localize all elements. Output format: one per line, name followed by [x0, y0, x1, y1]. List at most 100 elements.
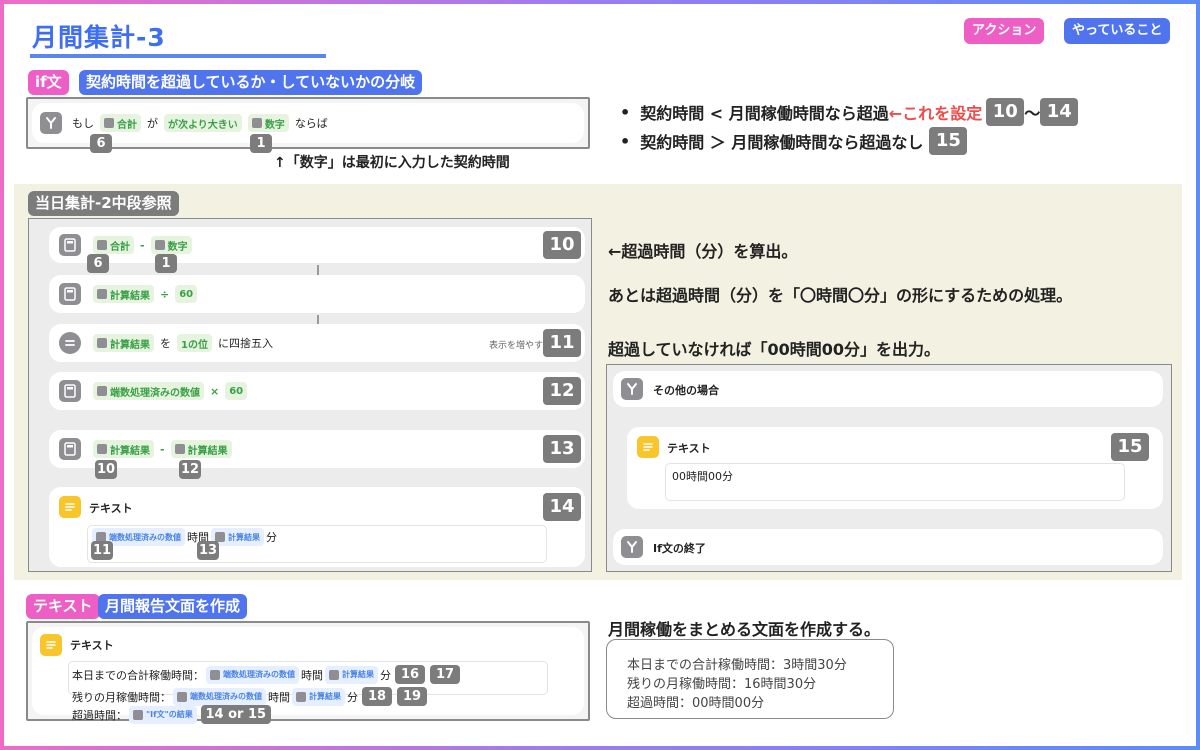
badge-1: 1: [155, 254, 177, 273]
badge-10-ref: 10: [986, 98, 1025, 126]
calc-row-1[interactable]: 合計 - 数字 10: [49, 227, 585, 263]
badge-1: 1: [250, 134, 272, 153]
sample-line-1: 本日までの合計稼働時間：3時間30分: [627, 658, 847, 673]
text-label: テキスト: [89, 502, 133, 515]
text-icon: [40, 634, 62, 656]
sample-output-box: 本日までの合計稼働時間：3時間30分 残りの月稼働時間：16時間30分 超過時間…: [606, 639, 894, 719]
show-more-link[interactable]: 表示を増やす: [489, 338, 543, 351]
day-actions-frame: 合計 - 数字 10 6 1 計算結果 ÷ 60 計算結果 を 1の位 に四捨五…: [28, 218, 592, 572]
var-sum[interactable]: 合計: [93, 236, 134, 254]
round-place[interactable]: 1の位: [177, 334, 212, 352]
end-if-row[interactable]: If文の終了: [613, 529, 1163, 565]
note-no-overtime: 超過していなければ「00時間00分」を出力。: [608, 340, 941, 359]
var-if-result[interactable]: "If文"の結果: [129, 705, 197, 724]
var-calc-result[interactable]: 計算結果: [325, 665, 378, 684]
variable-icon: [251, 118, 262, 128]
bullet-dot: •: [620, 131, 631, 151]
calc-row-5[interactable]: 計算結果 - 計算結果 13: [49, 430, 585, 468]
number-note: ↑「数字」は最初に入力した契約時間: [274, 155, 510, 171]
day-section-label: 当日集計-2中段参照: [28, 191, 179, 216]
note-format: あとは超過時間（分）を「〇時間〇分」の形にするための処理。: [608, 286, 1073, 305]
badge-12: 12: [179, 460, 201, 479]
bullet-dot: •: [620, 102, 631, 122]
calculator-icon: [59, 380, 81, 402]
if-action-card[interactable]: もし 合計 が が次より大きい 数字 ならば: [32, 103, 584, 143]
variable-icon: [133, 709, 143, 720]
variable-icon: [174, 444, 185, 454]
value-60[interactable]: 60: [175, 285, 198, 303]
sample-line-3: 超過時間：00時間00分: [627, 696, 765, 711]
var-calc-result[interactable]: 計算結果: [93, 334, 154, 352]
var-calc-result[interactable]: 計算結果: [93, 285, 154, 303]
badge-11: 11: [543, 329, 581, 357]
bullet-1: • 契約時間 < 月間稼働時間なら超過 ←これを設定 10 〜 14: [620, 98, 1079, 126]
calculator-icon: [59, 283, 81, 305]
var-calc-result[interactable]: 計算結果: [93, 440, 154, 458]
text-content-field[interactable]: 端数処理済みの数値 時間 計算結果 分: [87, 525, 547, 563]
variable-icon: [97, 444, 107, 454]
badge-6: 6: [87, 254, 109, 273]
report-line-1: 本日までの合計稼働時間： 端数処理済みの数値 時間 計算結果 分 16 17: [72, 665, 460, 684]
variable-icon: [296, 691, 306, 702]
var-calc-result[interactable]: 計算結果: [292, 687, 345, 706]
text-action-card[interactable]: テキスト 14 端数処理済みの数値 時間 計算結果 分: [49, 487, 585, 567]
badge-6: 6: [90, 134, 112, 153]
report-line-2: 残りの月稼働時間： 端数処理済みの数値 時間 計算結果 分 18 19: [72, 687, 427, 706]
set-this-highlight: ←これを設定: [888, 104, 983, 123]
badge-16: 16: [395, 665, 425, 684]
text-description: 月間報告文面を作成: [98, 594, 248, 619]
else-text-field[interactable]: 00時間00分: [665, 463, 1125, 501]
branch-icon: [40, 112, 62, 134]
var-rounded-value[interactable]: 端数処理済みの数値: [206, 665, 299, 684]
calculator-icon: [59, 234, 81, 256]
else-text-value: 00時間00分: [672, 470, 733, 483]
var-rounded-value[interactable]: 端数処理済みの数値: [173, 687, 266, 706]
report-line-3: 超過時間： "If文"の結果 14 or 15: [72, 705, 271, 724]
operator: -: [160, 442, 165, 456]
variable-icon: [97, 338, 107, 348]
if-condition-chip[interactable]: が次より大きい: [164, 114, 242, 132]
variable-icon: [104, 118, 114, 128]
else-row[interactable]: その他の場合: [613, 371, 1163, 407]
text-label: テキスト: [667, 442, 711, 455]
var-number[interactable]: 数字: [150, 236, 192, 254]
slide: 月間集計-3 アクション やっていること if文 契約時間を超過しているか・して…: [4, 4, 1196, 746]
badge-14-or-15: 14 or 15: [200, 705, 271, 724]
else-panel: その他の場合 テキスト 15 00時間00分 If文の終了: [606, 364, 1172, 572]
badge-11: 11: [91, 541, 113, 560]
if-var-number[interactable]: 数字: [247, 114, 289, 132]
else-text-card[interactable]: テキスト 15 00時間00分: [627, 427, 1163, 509]
round-row[interactable]: 計算結果 を 1の位 に四捨五入 表示を増やす 11: [49, 324, 585, 362]
calculator-icon: [59, 438, 81, 460]
end-if-label: If文の終了: [653, 542, 706, 555]
report-text-card[interactable]: テキスト 本日までの合計稼働時間： 端数処理済みの数値 時間 計算結果 分 16…: [32, 627, 584, 724]
calc-row-2[interactable]: 計算結果 ÷ 60: [49, 275, 585, 313]
if-tag: if文: [28, 70, 69, 95]
badge-14-ref: 14: [1040, 98, 1079, 126]
if-mid: が: [147, 117, 158, 130]
variable-icon: [210, 669, 220, 680]
report-note: 月間稼働をまとめる文面を作成する。: [608, 620, 881, 639]
legend-action-tag: アクション: [964, 18, 1045, 44]
calc-row-4[interactable]: 端数処理済みの数値 × 60 12: [49, 372, 585, 410]
variable-icon: [154, 240, 165, 250]
round-icon: [59, 332, 81, 354]
badge-14: 14: [543, 493, 581, 521]
else-label: その他の場合: [653, 384, 719, 397]
badge-15: 15: [1111, 433, 1149, 461]
legend-doing-tag: やっていること: [1064, 18, 1171, 44]
page-title: 月間集計-3: [32, 23, 166, 52]
if-suffix: ならば: [294, 117, 328, 130]
note-overtime: ←超過時間（分）を算出。: [608, 242, 798, 261]
variable-icon: [177, 691, 187, 702]
badge-19: 19: [397, 687, 427, 706]
text-icon: [59, 496, 81, 518]
variable-icon: [97, 386, 107, 396]
badge-12: 12: [543, 377, 581, 405]
variable-icon: [97, 289, 107, 299]
badge-10: 10: [543, 231, 581, 259]
var-calc-result[interactable]: 計算結果: [170, 440, 232, 458]
value-60[interactable]: 60: [225, 382, 248, 400]
var-rounded-value[interactable]: 端数処理済みの数値: [93, 382, 204, 400]
if-var-sum[interactable]: 合計: [100, 114, 141, 132]
